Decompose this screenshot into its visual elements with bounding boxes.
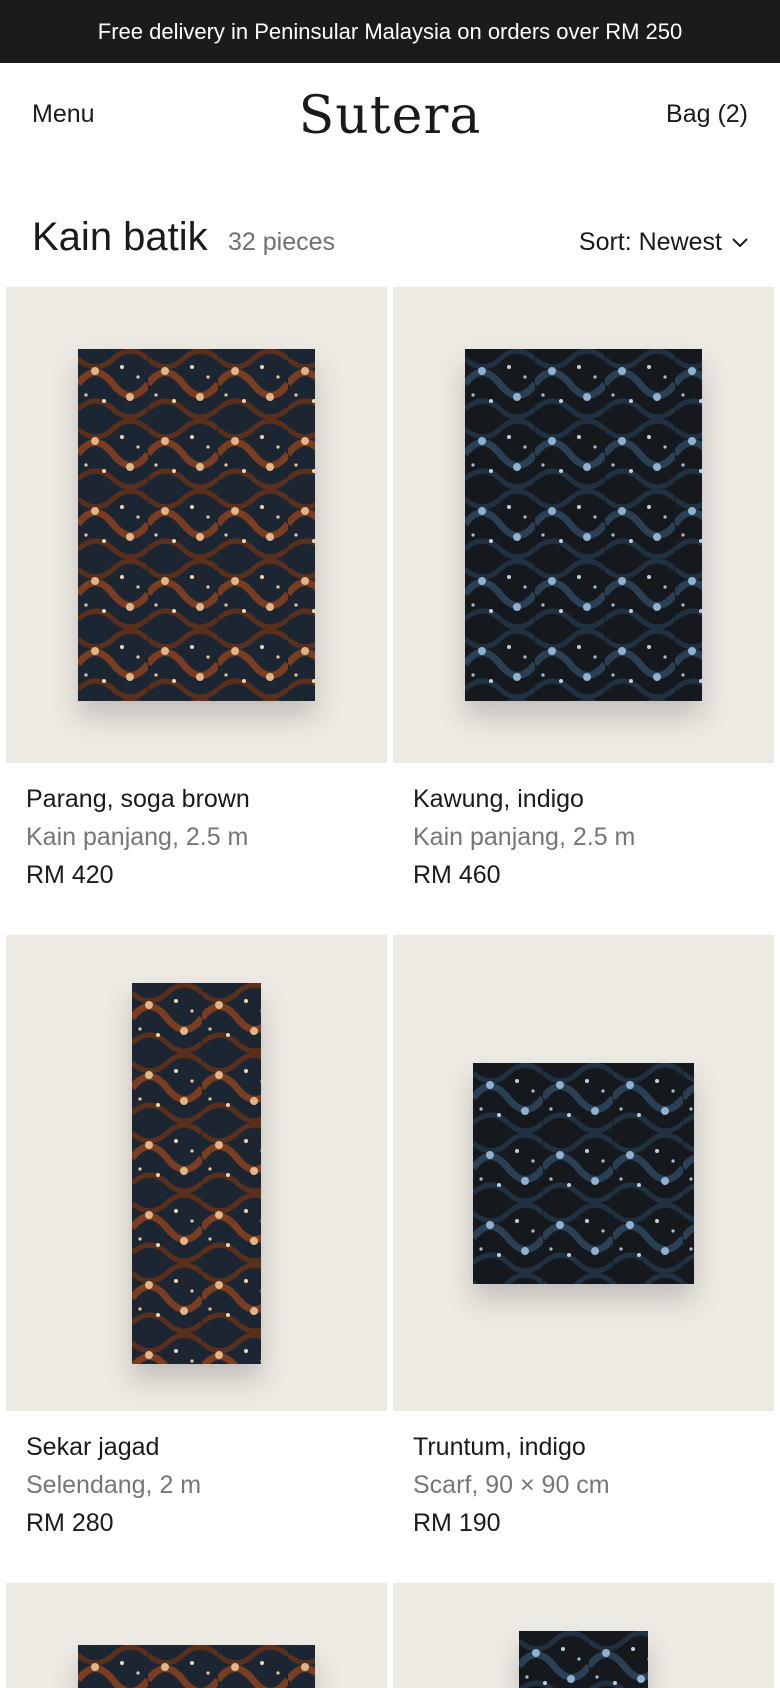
product-price: RM 190 xyxy=(413,1509,501,1537)
batik-cloth-image xyxy=(78,1645,315,1688)
bag-button[interactable]: Bag (2) xyxy=(666,100,748,129)
product-price: RM 420 xyxy=(26,861,114,889)
product-name[interactable]: Sekar jagad xyxy=(26,1433,159,1462)
product-price: RM 280 xyxy=(26,1509,114,1537)
product-image[interactable] xyxy=(393,287,774,763)
product-image[interactable] xyxy=(6,287,387,763)
batik-cloth-image xyxy=(78,349,315,701)
product-description: Scarf, 90 × 90 cm xyxy=(413,1471,610,1499)
product-name[interactable]: Kawung, indigo xyxy=(413,785,584,814)
product-name[interactable]: Parang, soga brown xyxy=(26,785,250,814)
sort-dropdown[interactable]: Sort: Newest xyxy=(579,228,748,257)
product-image[interactable] xyxy=(393,935,774,1411)
product-image[interactable] xyxy=(6,935,387,1411)
batik-cloth-image xyxy=(519,1631,648,1688)
batik-cloth-image xyxy=(465,349,702,701)
promo-text: Free delivery in Peninsular Malaysia on … xyxy=(97,18,683,44)
chevron-down-icon xyxy=(732,237,748,247)
product-image[interactable] xyxy=(393,1583,774,1688)
batik-cloth-image xyxy=(473,1063,694,1284)
product-price: RM 460 xyxy=(413,861,501,889)
promo-banner: Free delivery in Peninsular Malaysia on … xyxy=(0,0,780,63)
product-description: Kain panjang, 2.5 m xyxy=(413,823,636,851)
product-description: Selendang, 2 m xyxy=(26,1471,202,1499)
item-count: 32 pieces xyxy=(228,228,336,256)
sort-label: Sort: Newest xyxy=(578,228,722,256)
product-name[interactable]: Truntum, indigo xyxy=(413,1433,586,1462)
page-title: Kain batik xyxy=(32,215,208,259)
product-description: Kain panjang, 2.5 m xyxy=(26,823,249,851)
product-image[interactable] xyxy=(6,1583,387,1688)
batik-cloth-image xyxy=(132,983,261,1364)
brand-logo[interactable]: Sutera xyxy=(0,86,780,146)
